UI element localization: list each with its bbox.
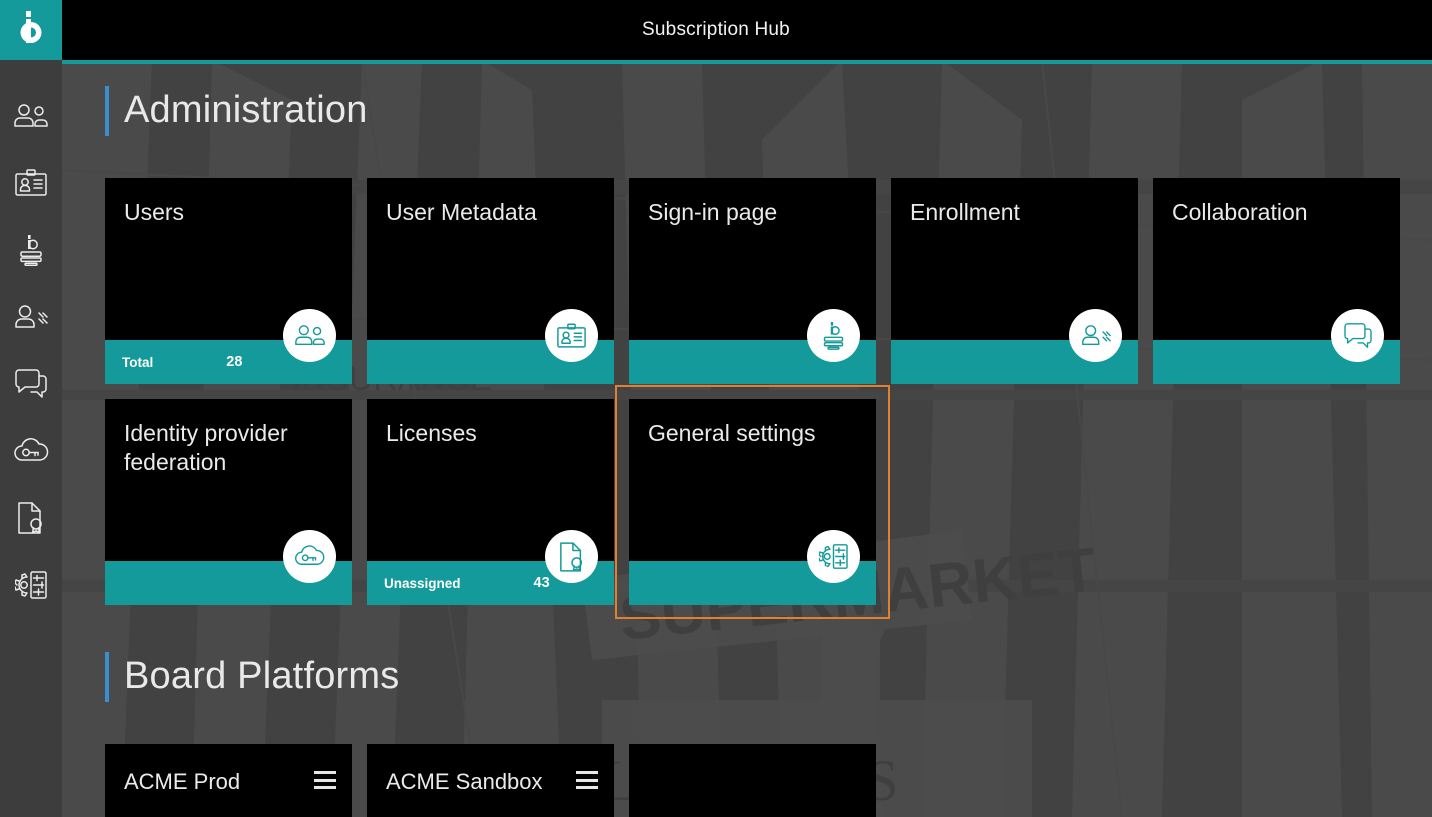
sign-in-page-icon <box>16 234 46 266</box>
user-enrollment-icon <box>1069 309 1122 362</box>
sidebar-item-collaboration[interactable] <box>0 350 62 417</box>
card-sign-in-page[interactable]: Sign-in page <box>629 178 876 384</box>
sidebar-item-identity-provider-federation[interactable] <box>0 417 62 484</box>
card-footer-value: 28 <box>226 354 242 370</box>
main-content: Administration Users Total 28 <box>62 64 1432 817</box>
card-footer-label: Total <box>122 355 153 370</box>
sidebar-item-user-metadata[interactable] <box>0 149 62 216</box>
card-title: Licenses <box>386 419 598 448</box>
b-logo-icon <box>18 11 44 50</box>
certificate-doc-icon <box>545 530 598 583</box>
users-icon <box>283 309 336 362</box>
card-title: Collaboration <box>1172 198 1384 227</box>
sidebar-item-users[interactable] <box>0 82 62 149</box>
top-bar: Subscription Hub <box>0 0 1432 60</box>
platform-card-acme-prod[interactable]: ACME Prod <box>105 744 352 817</box>
sidebar-item-sign-in-page[interactable] <box>0 216 62 283</box>
chat-bubbles-icon <box>1331 309 1384 362</box>
certificate-doc-icon <box>17 502 45 534</box>
card-identity-provider-federation[interactable]: Identity provider federation <box>105 399 352 605</box>
administration-card-grid: Users Total 28 User Metadata <box>105 178 1432 605</box>
sidebar-item-licenses[interactable] <box>0 484 62 551</box>
hamburger-menu-icon[interactable] <box>314 771 336 789</box>
sidebar-item-general-settings[interactable] <box>0 551 62 618</box>
card-user-metadata[interactable]: User Metadata <box>367 178 614 384</box>
card-general-settings[interactable]: General settings <box>629 399 876 605</box>
platform-card-add-new[interactable] <box>629 744 876 817</box>
card-title: Users <box>124 198 336 227</box>
section-heading-administration: Administration <box>105 82 1432 138</box>
cloud-key-icon <box>283 530 336 583</box>
board-platforms-grid: ACME Prod ACME Sandbox <box>105 744 1432 817</box>
id-badge-icon <box>15 169 47 197</box>
section-heading-board-platforms: Board Platforms <box>105 648 1432 704</box>
platform-title: ACME Sandbox <box>386 769 543 795</box>
user-enrollment-icon <box>14 304 48 330</box>
card-title: Sign-in page <box>648 198 860 227</box>
section-heading-label: Board Platforms <box>124 657 399 695</box>
card-enrollment[interactable]: Enrollment <box>891 178 1138 384</box>
card-collaboration[interactable]: Collaboration <box>1153 178 1400 384</box>
sidebar-navigation <box>0 60 62 817</box>
chat-bubbles-icon <box>15 369 47 399</box>
platform-title: ACME Prod <box>124 769 240 795</box>
card-footer-label: Unassigned <box>384 576 461 591</box>
id-badge-icon <box>545 309 598 362</box>
application-root: SUPERMARKET LOGISTICS INSURANCE FACTORY … <box>0 0 1432 817</box>
card-title: General settings <box>648 419 860 448</box>
gear-sliders-icon <box>15 570 47 600</box>
section-heading-label: Administration <box>124 91 368 129</box>
card-title: Identity provider federation <box>124 419 336 477</box>
sidebar-item-enrollment[interactable] <box>0 283 62 350</box>
platform-card-acme-sandbox[interactable]: ACME Sandbox <box>367 744 614 817</box>
card-users[interactable]: Users Total 28 <box>105 178 352 384</box>
users-icon <box>14 103 48 129</box>
gear-sliders-icon <box>807 530 860 583</box>
cloud-key-icon <box>13 438 49 464</box>
card-footer-value: 43 <box>534 575 550 591</box>
top-bar-accent-line <box>62 60 1432 64</box>
sign-in-page-icon <box>807 309 860 362</box>
card-licenses[interactable]: Licenses Unassigned 43 <box>367 399 614 605</box>
hamburger-menu-icon[interactable] <box>576 771 598 789</box>
card-title: User Metadata <box>386 198 598 227</box>
brand-logo-tile[interactable] <box>0 0 62 60</box>
card-title: Enrollment <box>910 198 1122 227</box>
page-title: Subscription Hub <box>0 0 1432 60</box>
